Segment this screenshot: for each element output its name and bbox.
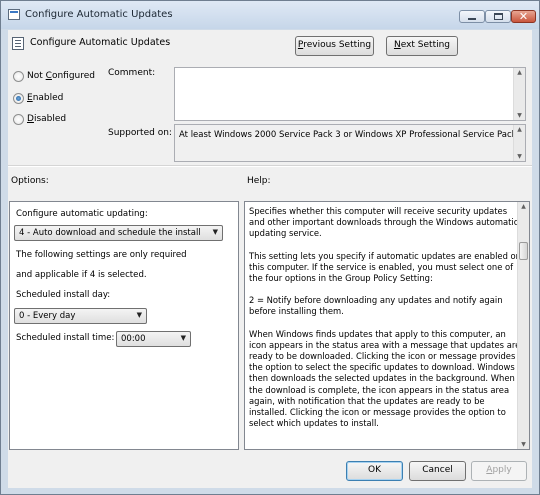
comment-label: Comment: [108,68,156,78]
radio-enabled-dot[interactable] [13,93,24,104]
configure-updating-value: 4 - Auto download and schedule the insta… [19,228,201,238]
supported-on-label: Supported on: [108,128,172,138]
radio-disabled-label: Disabled [27,114,66,124]
minimize-button[interactable] [459,10,485,23]
scroll-down-icon[interactable]: ▼ [518,441,529,448]
radio-disabled-accel: D [27,114,34,124]
supported-on-scrollbar[interactable]: ▲ ▼ [513,125,525,161]
radio-enabled-label: Enabled [27,93,63,103]
help-panel[interactable]: Specifies whether this computer will rec… [244,201,530,450]
policy-setting-icon [12,37,24,50]
radio-not-configured-prefix: Not [27,71,46,81]
configure-updating-label: Configure automatic updating: [16,209,148,219]
apply-button[interactable]: Apply [471,461,527,481]
radio-disabled-dot[interactable] [13,114,24,125]
scroll-down-icon[interactable]: ▼ [514,153,525,160]
previous-setting-button[interactable]: Previous Setting [295,36,374,56]
chevron-down-icon: ▼ [180,334,186,342]
options-heading: Options: [11,176,49,186]
scroll-up-icon[interactable]: ▲ [514,69,525,76]
window-title: Configure Automatic Updates [25,9,173,20]
help-text: Specifies whether this computer will rec… [249,206,522,440]
previous-setting-label: revious Setting [303,40,372,50]
install-day-dropdown[interactable]: 0 - Every day ▼ [14,308,147,324]
supported-on-textbox[interactable]: At least Windows 2000 Service Pack 3 or … [174,124,526,162]
options-panel: Configure automatic updating: 4 - Auto d… [9,201,239,450]
radio-disabled-suffix: isabled [33,114,67,124]
close-icon: ✕ [518,10,529,23]
help-paragraph: Specifies whether this computer will rec… [249,206,519,239]
radio-not-configured-label: Not Configured [27,71,95,81]
radio-not-configured-dot[interactable] [13,71,24,82]
apply-label: pply [492,465,512,475]
help-scrollbar[interactable]: ▲ ▼ [517,202,529,449]
install-time-label: Scheduled install time: [16,333,115,343]
dialog-window: Configure Automatic Updates ✕ Configure … [0,0,540,495]
next-setting-label: ext Setting [400,40,451,50]
note-line-1: The following settings are only required [16,250,187,260]
install-day-label: Scheduled install day: [16,290,111,300]
close-button[interactable]: ✕ [511,10,536,23]
configure-updating-dropdown[interactable]: 4 - Auto download and schedule the insta… [14,225,223,241]
install-day-value: 0 - Every day [19,311,76,321]
scroll-thumb[interactable] [519,242,528,260]
dialog-body: Configure Automatic Updates Previous Set… [8,30,532,488]
comment-scrollbar[interactable]: ▲ ▼ [513,68,525,120]
cancel-button[interactable]: Cancel [409,461,466,481]
radio-enabled-suffix: nabled [32,93,64,103]
next-setting-accel: N [393,40,401,50]
chevron-down-icon: ▼ [212,228,218,236]
scroll-up-icon[interactable]: ▲ [514,126,525,133]
install-time-dropdown[interactable]: 00:00 ▼ [116,331,191,347]
install-time-value: 00:00 [121,334,146,344]
help-paragraph: 2 = Notify before downloading any update… [249,295,503,317]
next-setting-button[interactable]: Next Setting [386,36,458,56]
ok-button[interactable]: OK [346,461,403,481]
title-bar[interactable]: Configure Automatic Updates ✕ [1,1,539,29]
policy-window-icon [8,9,20,20]
help-paragraph: When Windows finds updates that apply to… [249,328,521,429]
minimize-icon [468,18,476,20]
radio-not-configured-suffix: onfigured [51,71,95,81]
maximize-button[interactable] [485,10,511,23]
divider [8,165,532,167]
help-paragraph: This setting lets you specify if automat… [249,250,521,284]
note-line-2: and applicable if 4 is selected. [16,270,147,280]
chevron-down-icon: ▼ [136,311,142,319]
scroll-up-icon[interactable]: ▲ [518,203,529,210]
comment-textbox[interactable]: ▲ ▼ [174,67,526,121]
supported-on-value: At least Windows 2000 Service Pack 3 or … [179,130,525,140]
help-heading: Help: [247,176,271,186]
policy-title: Configure Automatic Updates [30,37,171,48]
scroll-down-icon[interactable]: ▼ [514,112,525,119]
maximize-icon [494,13,503,20]
